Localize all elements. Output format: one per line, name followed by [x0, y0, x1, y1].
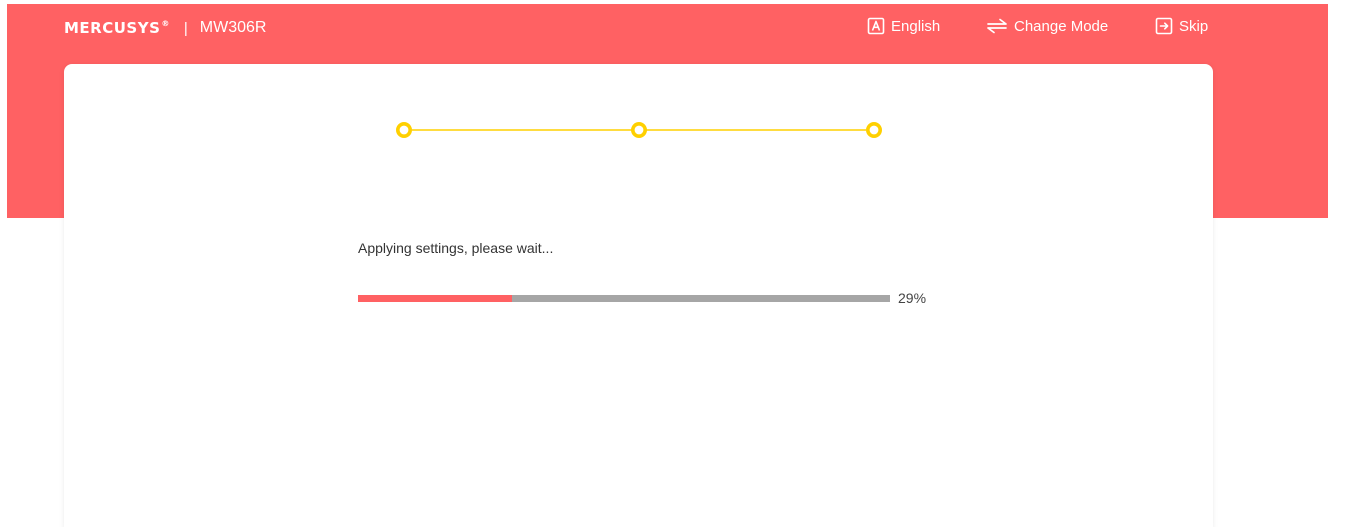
model-name: MW306R [199, 19, 267, 36]
language-a-icon [867, 17, 885, 35]
change-mode-label: Change Mode [1014, 17, 1109, 35]
page: MERCUSYS® | MW306R English Change Mode S… [0, 0, 1349, 527]
progress-bar [358, 295, 890, 302]
progress-percent: 29% [898, 290, 927, 306]
logo-text: MERCUSYS [64, 19, 161, 37]
skip-button[interactable]: Skip [1155, 15, 1208, 37]
skip-label: Skip [1179, 17, 1209, 35]
status-message: Applying settings, please wait... [358, 240, 554, 256]
progress-stepper [394, 117, 884, 143]
language-button[interactable]: English [867, 15, 940, 37]
progress-bar-fill [358, 295, 513, 302]
top-bar: MERCUSYS® | MW306R English Change Mode S… [0, 4, 1349, 48]
swap-arrows-icon [986, 18, 1008, 34]
mercusys-logo: MERCUSYS® [64, 19, 170, 37]
brand-separator: | [183, 19, 188, 37]
logo-mark: ® [161, 19, 170, 28]
stepper-step-2 [631, 122, 648, 138]
stepper-step-3 [865, 122, 882, 138]
change-mode-button[interactable]: Change Mode [986, 15, 1108, 37]
brand: MERCUSYS® | MW306R [64, 18, 266, 38]
language-label: English [891, 17, 941, 35]
stepper-step-1 [396, 122, 412, 138]
setup-card: Applying settings, please wait... 29% [64, 64, 1213, 527]
exit-arrow-icon [1155, 17, 1173, 35]
